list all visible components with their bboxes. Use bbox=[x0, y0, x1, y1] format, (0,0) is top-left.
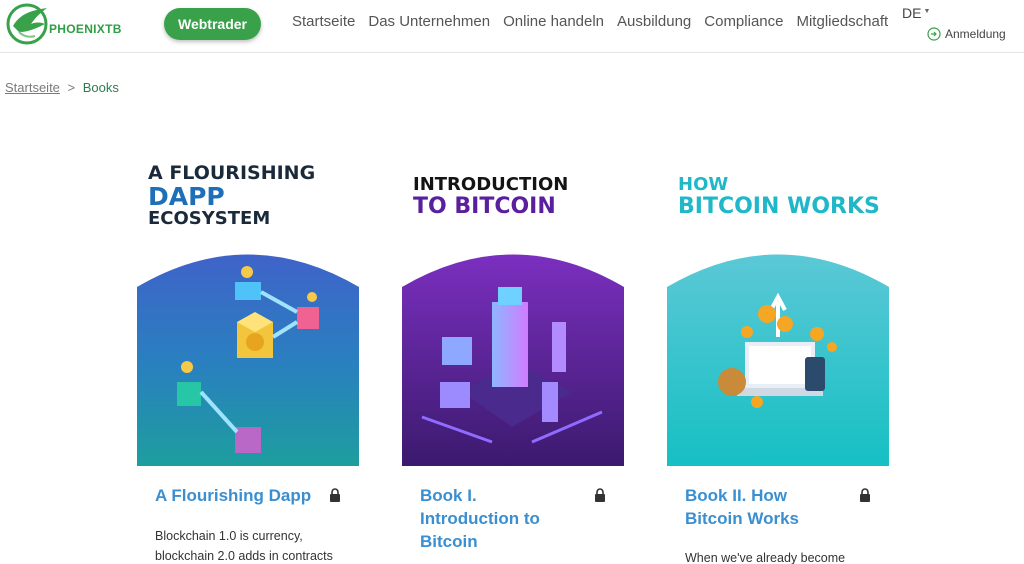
language-label: DE bbox=[902, 5, 922, 21]
dapp-ecosystem-illustration bbox=[137, 254, 359, 466]
book-card-flourishing-dapp[interactable]: A FLOURISHING DAPP ECOSYSTEM A Flourishi… bbox=[137, 152, 359, 564]
how-bitcoin-works-illustration bbox=[667, 254, 889, 466]
book-cover[interactable]: A FLOURISHING DAPP ECOSYSTEM bbox=[137, 152, 359, 466]
breadcrumb-current: Books bbox=[82, 80, 119, 95]
book-title[interactable]: Book I. Introduction to Bitcoin bbox=[420, 484, 570, 553]
nav-item-online-handeln[interactable]: Online handeln bbox=[503, 13, 604, 30]
bitcoin-city-illustration bbox=[402, 254, 624, 466]
login-label: Anmeldung bbox=[945, 27, 1006, 41]
login-icon bbox=[927, 27, 941, 41]
cover-title: INTRODUCTION TO BITCOIN bbox=[413, 174, 569, 219]
breadcrumb-separator: > bbox=[67, 80, 76, 95]
login-link[interactable]: Anmeldung bbox=[927, 27, 1006, 41]
webtrader-button[interactable]: Webtrader bbox=[164, 8, 261, 40]
language-selector[interactable]: DE ▼ bbox=[902, 5, 930, 21]
lock-icon bbox=[330, 488, 340, 502]
cover-line-2: DAPP bbox=[148, 181, 225, 211]
main-nav: Startseite Das Unternehmen Online handel… bbox=[292, 13, 888, 30]
book-cover[interactable]: INTRODUCTION TO BITCOIN bbox=[402, 152, 624, 466]
cover-line-2: BITCOIN WORKS bbox=[678, 193, 880, 219]
cover-line-1: INTRODUCTION bbox=[413, 174, 569, 195]
logo-text: PHOENIXTB bbox=[49, 22, 122, 36]
nav-item-mitgliedschaft[interactable]: Mitgliedschaft bbox=[796, 13, 888, 30]
lock-icon bbox=[595, 488, 605, 502]
cover-title: HOW BITCOIN WORKS bbox=[678, 174, 880, 219]
nav-item-compliance[interactable]: Compliance bbox=[704, 13, 783, 30]
book-title[interactable]: Book II. How Bitcoin Works bbox=[685, 484, 835, 530]
cover-line-1: HOW bbox=[678, 174, 729, 195]
cover-line-1: A FLOURISHING bbox=[148, 162, 316, 184]
book-description: When we've already become bbox=[685, 551, 846, 564]
book-description: Blockchain 1.0 is currency, blockchain 2… bbox=[155, 529, 333, 563]
site-header: PHOENIXTB Webtrader Startseite Das Unter… bbox=[0, 0, 1024, 53]
book-title[interactable]: A Flourishing Dapp bbox=[155, 484, 325, 507]
nav-item-ausbildung[interactable]: Ausbildung bbox=[617, 13, 691, 30]
cover-title: A FLOURISHING DAPP ECOSYSTEM bbox=[148, 162, 316, 230]
cover-line-2: TO BITCOIN bbox=[413, 193, 556, 219]
phoenix-logo-icon bbox=[6, 3, 48, 45]
book-cover[interactable]: HOW BITCOIN WORKS bbox=[667, 152, 889, 466]
breadcrumb-home[interactable]: Startseite bbox=[5, 80, 60, 95]
nav-item-startseite[interactable]: Startseite bbox=[292, 13, 355, 30]
breadcrumb: Startseite > Books bbox=[5, 80, 119, 95]
lock-icon bbox=[860, 488, 870, 502]
cover-line-3: ECOSYSTEM bbox=[148, 208, 271, 230]
nav-item-das-unternehmen[interactable]: Das Unternehmen bbox=[368, 13, 490, 30]
logo[interactable]: PHOENIXTB bbox=[5, 2, 140, 46]
book-card-introduction-to-bitcoin[interactable]: INTRODUCTION TO BITCOIN Book I. Introduc… bbox=[402, 152, 624, 564]
chevron-down-icon: ▼ bbox=[923, 7, 931, 15]
book-card-how-bitcoin-works[interactable]: HOW BITCOIN WORKS Book II. How Bitcoin W… bbox=[667, 152, 889, 564]
